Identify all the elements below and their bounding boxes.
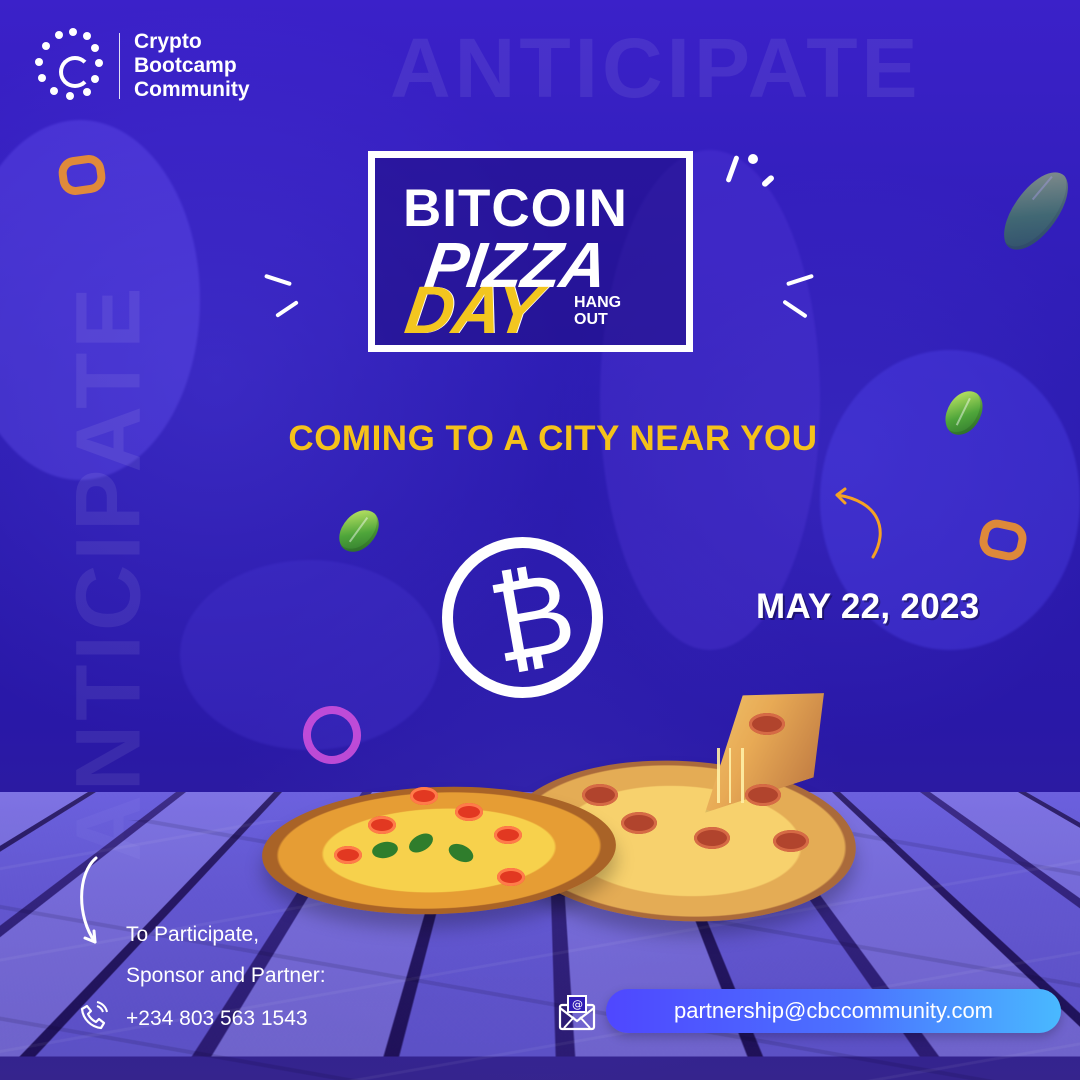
curved-arrow-icon <box>835 487 882 559</box>
curved-arrow-icon <box>80 856 98 944</box>
event-title-box: BITCOIN PIZZA DAY HANG OUT <box>368 151 693 352</box>
email-icon: @ <box>558 995 596 1031</box>
brand-line: Community <box>134 78 250 102</box>
event-title-day: DAY <box>400 273 545 348</box>
svg-text:@: @ <box>572 998 583 1011</box>
tomato-topping <box>494 826 522 844</box>
brand-line: Crypto <box>134 29 202 53</box>
event-title-hang: HANG <box>574 294 622 311</box>
participation-line-2: Sponsor and Partner: <box>126 964 326 987</box>
background-word-left: ANTICIPATE <box>57 283 160 862</box>
decorative-spark <box>275 300 299 318</box>
pepperoni-topping <box>749 713 785 735</box>
brand-line: Bootcamp <box>134 53 237 77</box>
event-title-out: OUT <box>574 311 608 328</box>
bitcoin-symbol: ₿ <box>480 546 585 690</box>
background-word-top: ANTICIPATE <box>390 21 922 115</box>
pepperoni-topping <box>621 812 657 834</box>
phone-icon <box>80 1001 108 1030</box>
tomato-topping <box>410 787 438 805</box>
event-date: MAY 22, 2023 <box>756 587 980 626</box>
basil-leaf-icon <box>994 161 1078 261</box>
event-headline: COMING TO A CITY NEAR YOU <box>288 419 818 458</box>
basil-leaf-icon <box>333 502 385 560</box>
event-poster: ANTICIPATE ANTICIPATE Crypto Bootcamp Co… <box>0 0 1080 1080</box>
tomato-topping <box>455 803 483 821</box>
decorative-spark <box>264 273 292 287</box>
pepperoni-topping <box>745 784 781 806</box>
decorative-spark <box>748 154 758 164</box>
contact-email-button[interactable]: partnership@cbccommunity.com <box>606 989 1061 1033</box>
brand-logo: Crypto Bootcamp Community <box>35 28 250 104</box>
pepperoni-topping <box>773 830 809 852</box>
event-title-hangout: HANG OUT <box>574 294 621 328</box>
contact-phone[interactable]: +234 803 563 1543 <box>126 1006 308 1031</box>
decorative-spark <box>760 174 776 188</box>
brand-name: Crypto Bootcamp Community <box>134 30 250 102</box>
event-title-bitcoin: BITCOIN <box>403 179 628 238</box>
tomato-topping <box>497 868 525 886</box>
pepperoni-topping <box>582 784 618 806</box>
participation-line-1: To Participate, <box>126 923 260 946</box>
tomato-topping <box>368 816 396 834</box>
bitcoin-icon: ₿ <box>442 537 603 698</box>
crypto-bootcamp-logo-icon <box>35 28 105 104</box>
logo-divider <box>119 33 120 99</box>
pepperoni-topping <box>694 827 730 849</box>
tomato-topping <box>334 846 362 864</box>
